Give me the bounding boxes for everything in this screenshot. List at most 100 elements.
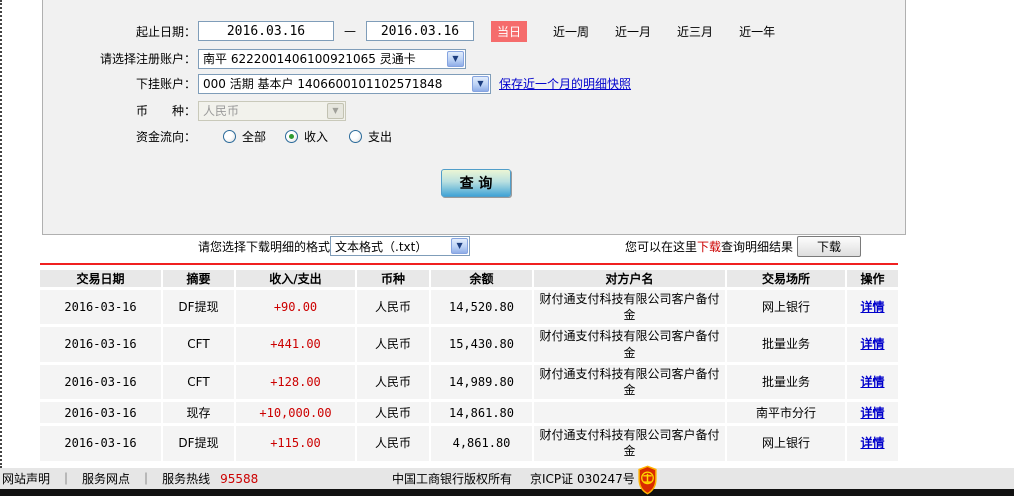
download-hint: 您可以在这里下载查询明细结果 bbox=[625, 238, 793, 255]
detail-link[interactable]: 详情 bbox=[860, 406, 884, 420]
cell-balance: 14,989.80 bbox=[430, 363, 533, 400]
cell-counterparty bbox=[533, 401, 726, 425]
cell-summary: DF提现 bbox=[162, 289, 235, 326]
cell-summary: 现存 bbox=[162, 401, 235, 425]
currency-label: 币 种： bbox=[43, 102, 198, 119]
cell-place: 批量业务 bbox=[726, 326, 846, 363]
query-button[interactable]: 查 询 bbox=[441, 169, 511, 197]
col-header-currency: 币种 bbox=[356, 270, 430, 289]
col-header-amount: 收入/支出 bbox=[235, 270, 356, 289]
footer-link-branches[interactable]: 服务网点 bbox=[82, 470, 130, 487]
footer-separator: ｜ bbox=[60, 470, 72, 487]
cell-currency: 人民币 bbox=[356, 363, 430, 400]
left-frame-border bbox=[0, 0, 2, 468]
col-header-place: 交易场所 bbox=[726, 270, 846, 289]
table-row: 2016-03-16 CFT +441.00 人民币 15,430.80 财付通… bbox=[40, 326, 898, 363]
detail-link[interactable]: 详情 bbox=[860, 337, 884, 351]
register-account-value: 南平 6222001406100921065 灵通卡 bbox=[199, 50, 446, 67]
footer-links: 网站声明 ｜ 服务网点 ｜ 服务热线 95588 bbox=[0, 470, 258, 487]
cell-currency: 人民币 bbox=[356, 425, 430, 461]
download-button[interactable]: 下载 bbox=[797, 236, 861, 257]
icp-shield-icon bbox=[637, 465, 658, 495]
register-account-row: 请选择注册账户： 南平 6222001406100921065 灵通卡 ▼ bbox=[43, 48, 905, 69]
quick-range-quarter[interactable]: 近三月 bbox=[677, 23, 713, 40]
query-form-panel: 起止日期： — 当日 近一周 近一月 近三月 近一年 请选择注册账户： 南平 6… bbox=[42, 0, 906, 235]
sub-account-label: 下挂账户： bbox=[43, 75, 198, 92]
detail-link[interactable]: 详情 bbox=[860, 436, 884, 450]
download-format-value: 文本格式（.txt） bbox=[331, 238, 450, 255]
cell-currency: 人民币 bbox=[356, 289, 430, 326]
quick-range-month[interactable]: 近一月 bbox=[615, 23, 651, 40]
table-row: 2016-03-16 CFT +128.00 人民币 14,989.80 财付通… bbox=[40, 363, 898, 400]
chevron-down-icon[interactable]: ▼ bbox=[447, 51, 464, 67]
table-row: 2016-03-16 DF提现 +115.00 人民币 4,861.80 财付通… bbox=[40, 425, 898, 461]
cell-date: 2016-03-16 bbox=[40, 363, 162, 400]
cell-date: 2016-03-16 bbox=[40, 326, 162, 363]
currency-row: 币 种： 人民币 ▼ bbox=[43, 100, 905, 121]
flow-expense-label: 支出 bbox=[368, 128, 392, 145]
flow-radio-income[interactable]: 收入 bbox=[285, 128, 328, 145]
cell-counterparty: 财付通支付科技有限公司客户备付金 bbox=[533, 289, 726, 326]
cell-date: 2016-03-16 bbox=[40, 289, 162, 326]
currency-select-disabled: 人民币 ▼ bbox=[198, 101, 346, 121]
date-range-label: 起止日期： bbox=[43, 23, 198, 40]
save-snapshot-link[interactable]: 保存近一个月的明细快照 bbox=[499, 75, 631, 92]
footer-copyright-text: 中国工商银行版权所有 bbox=[392, 470, 512, 487]
chevron-down-icon[interactable]: ▼ bbox=[451, 238, 468, 254]
detail-link[interactable]: 详情 bbox=[860, 300, 884, 314]
flow-income-label: 收入 bbox=[304, 128, 328, 145]
currency-value: 人民币 bbox=[199, 102, 326, 119]
table-row: 2016-03-16 DF提现 +90.00 人民币 14,520.80 财付通… bbox=[40, 289, 898, 326]
cell-amount: +90.00 bbox=[235, 289, 356, 326]
table-top-red-line bbox=[40, 263, 898, 265]
cell-date: 2016-03-16 bbox=[40, 401, 162, 425]
cell-place: 网上银行 bbox=[726, 425, 846, 461]
chevron-down-icon: ▼ bbox=[327, 103, 344, 119]
footer-bar: 网站声明 ｜ 服务网点 ｜ 服务热线 95588 中国工商银行版权所有 京ICP… bbox=[0, 468, 1014, 489]
quick-range-today[interactable]: 当日 bbox=[491, 21, 527, 42]
cell-currency: 人民币 bbox=[356, 401, 430, 425]
download-row: 请您选择下载明细的格式 文本格式（.txt） ▼ 您可以在这里下载查询明细结果 … bbox=[42, 234, 1014, 258]
download-inline-link[interactable]: 下载 bbox=[697, 240, 721, 254]
fund-flow-label: 资金流向： bbox=[43, 128, 198, 145]
detail-link[interactable]: 详情 bbox=[860, 375, 884, 389]
transaction-table-section: 交易日期 摘要 收入/支出 币种 余额 对方户名 交易场所 操作 2016-03… bbox=[40, 263, 898, 461]
radio-icon[interactable] bbox=[349, 130, 362, 143]
cell-balance: 14,861.80 bbox=[430, 401, 533, 425]
cell-amount: +441.00 bbox=[235, 326, 356, 363]
cell-amount: +10,000.00 bbox=[235, 401, 356, 425]
cell-amount: +128.00 bbox=[235, 363, 356, 400]
transaction-table: 交易日期 摘要 收入/支出 币种 余额 对方户名 交易场所 操作 2016-03… bbox=[40, 270, 898, 461]
register-account-select[interactable]: 南平 6222001406100921065 灵通卡 ▼ bbox=[198, 49, 466, 69]
flow-radio-all[interactable]: 全部 bbox=[223, 128, 266, 145]
sub-account-select[interactable]: 000 活期 基本户 1406600101102571848 ▼ bbox=[198, 74, 491, 94]
cell-summary: DF提现 bbox=[162, 425, 235, 461]
quick-range-week[interactable]: 近一周 bbox=[553, 23, 589, 40]
download-hint-prefix: 您可以在这里 bbox=[625, 240, 697, 254]
col-header-action: 操作 bbox=[846, 270, 898, 289]
flow-radio-expense[interactable]: 支出 bbox=[349, 128, 392, 145]
table-header-row: 交易日期 摘要 收入/支出 币种 余额 对方户名 交易场所 操作 bbox=[40, 270, 898, 289]
footer-icp-text: 京ICP证 030247号 bbox=[530, 470, 635, 487]
table-row: 2016-03-16 现存 +10,000.00 人民币 14,861.80 南… bbox=[40, 401, 898, 425]
cell-amount: +115.00 bbox=[235, 425, 356, 461]
quick-range-year[interactable]: 近一年 bbox=[739, 23, 775, 40]
cell-summary: CFT bbox=[162, 326, 235, 363]
flow-all-label: 全部 bbox=[242, 128, 266, 145]
cell-place: 批量业务 bbox=[726, 363, 846, 400]
footer-hotline-label: 服务热线 bbox=[162, 470, 210, 487]
cell-balance: 15,430.80 bbox=[430, 326, 533, 363]
fund-flow-row: 资金流向： 全部 收入 支出 bbox=[43, 128, 905, 144]
footer-separator: ｜ bbox=[140, 470, 152, 487]
radio-checked-icon[interactable] bbox=[285, 130, 298, 143]
cell-summary: CFT bbox=[162, 363, 235, 400]
chevron-down-icon[interactable]: ▼ bbox=[472, 76, 489, 92]
col-header-date: 交易日期 bbox=[40, 270, 162, 289]
col-header-counterparty: 对方户名 bbox=[533, 270, 726, 289]
start-date-input[interactable] bbox=[198, 21, 334, 41]
end-date-input[interactable] bbox=[366, 21, 474, 41]
footer-link-statement[interactable]: 网站声明 bbox=[2, 470, 50, 487]
radio-icon[interactable] bbox=[223, 130, 236, 143]
cell-place: 南平市分行 bbox=[726, 401, 846, 425]
download-format-select[interactable]: 文本格式（.txt） ▼ bbox=[330, 236, 470, 256]
